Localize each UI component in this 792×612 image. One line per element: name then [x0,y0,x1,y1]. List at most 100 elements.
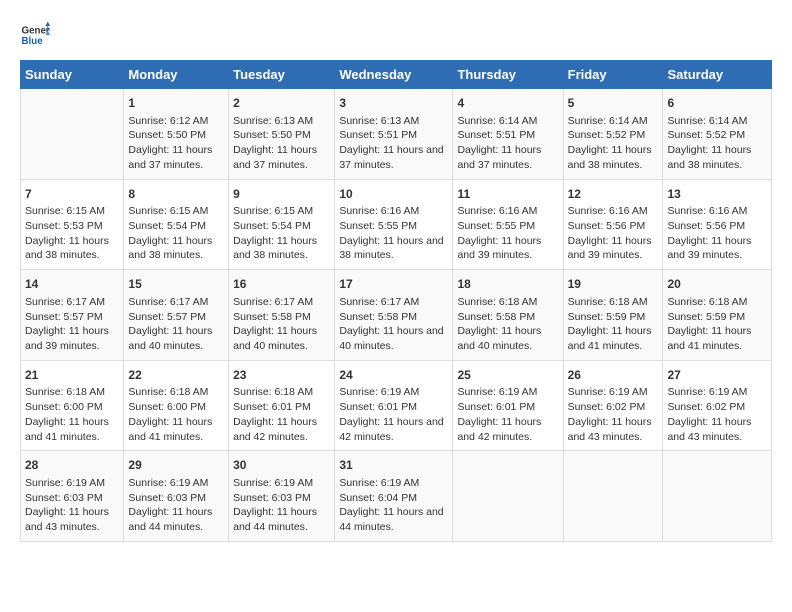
day-number: 30 [233,457,330,474]
cell-3-2: 15Sunrise: 6:17 AMSunset: 5:57 PMDayligh… [124,270,229,361]
day-number: 16 [233,276,330,293]
cell-4-5: 25Sunrise: 6:19 AMSunset: 6:01 PMDayligh… [453,360,563,451]
cell-1-5: 4 Sunrise: 6:14 AMSunset: 5:51 PMDaylight… [453,89,563,180]
day-number: 19 [568,276,659,293]
cell-4-4: 24Sunrise: 6:19 AMSunset: 6:01 PMDayligh… [335,360,453,451]
sunrise-text: Sunrise: 6:19 AMSunset: 6:04 PMDaylight:… [339,477,443,533]
cell-3-3: 16Sunrise: 6:17 AMSunset: 5:58 PMDayligh… [229,270,335,361]
sunrise-text: Sunrise: 6:15 AMSunset: 5:53 PMDaylight:… [25,205,109,261]
cell-5-1: 28Sunrise: 6:19 AMSunset: 6:03 PMDayligh… [21,451,124,542]
sunrise-text: Sunrise: 6:16 AMSunset: 5:56 PMDaylight:… [667,205,751,261]
day-number: 31 [339,457,448,474]
week-row-5: 28 Sunrise: 6:19 AMSunset: 6:03 PMDayligh… [21,451,772,542]
day-number: 10 [339,186,448,203]
cell-1-4: 3 Sunrise: 6:13 AMSunset: 5:51 PMDaylight… [335,89,453,180]
day-number: 8 [128,186,224,203]
day-number: 12 [568,186,659,203]
cell-5-6 [563,451,663,542]
cell-4-3: 23 Sunrise: 6:18 AMSunset: 6:01 PMDayligh… [229,360,335,451]
cell-5-3: 30 Sunrise: 6:19 AMSunset: 6:03 PMDayligh… [229,451,335,542]
col-header-friday: Friday [563,61,663,89]
sunrise-text: Sunrise: 6:16 AMSunset: 5:56 PMDaylight:… [568,205,652,261]
sunrise-text: Sunrise: 6:17 AMSunset: 5:57 PMDaylight:… [25,296,109,352]
logo-icon: General Blue [20,20,50,50]
cell-4-6: 26 Sunrise: 6:19 AMSunset: 6:02 PMDayligh… [563,360,663,451]
day-number: 20 [667,276,767,293]
day-number: 3 [339,95,448,112]
day-number: 27 [667,367,767,384]
cell-5-7 [663,451,772,542]
column-headers: SundayMondayTuesdayWednesdayThursdayFrid… [21,61,772,89]
cell-2-7: 13Sunrise: 6:16 AMSunset: 5:56 PMDayligh… [663,179,772,270]
calendar-table: SundayMondayTuesdayWednesdayThursdayFrid… [20,60,772,542]
cell-5-5 [453,451,563,542]
page-header: General Blue [20,20,772,50]
day-number: 26 [568,367,659,384]
cell-1-1 [21,89,124,180]
day-number: 14 [25,276,119,293]
cell-4-1: 21Sunrise: 6:18 AMSunset: 6:00 PMDayligh… [21,360,124,451]
day-number: 23 [233,367,330,384]
sunrise-text: Sunrise: 6:19 AMSunset: 6:02 PMDaylight:… [667,386,751,442]
sunrise-text: Sunrise: 6:12 AMSunset: 5:50 PMDaylight:… [128,115,212,171]
sunrise-text: Sunrise: 6:19 AMSunset: 6:03 PMDaylight:… [233,477,317,533]
cell-2-6: 12 Sunrise: 6:16 AMSunset: 5:56 PMDayligh… [563,179,663,270]
cell-3-6: 19 Sunrise: 6:18 AMSunset: 5:59 PMDayligh… [563,270,663,361]
day-number: 5 [568,95,659,112]
sunrise-text: Sunrise: 6:18 AMSunset: 6:00 PMDaylight:… [128,386,212,442]
logo: General Blue [20,20,50,50]
svg-text:Blue: Blue [22,36,44,47]
cell-2-3: 9Sunrise: 6:15 AMSunset: 5:54 PMDaylight… [229,179,335,270]
col-header-sunday: Sunday [21,61,124,89]
sunrise-text: Sunrise: 6:14 AMSunset: 5:51 PMDaylight:… [457,115,541,171]
sunrise-text: Sunrise: 6:19 AMSunset: 6:01 PMDaylight:… [457,386,541,442]
sunrise-text: Sunrise: 6:18 AMSunset: 6:01 PMDaylight:… [233,386,317,442]
cell-5-4: 31 Sunrise: 6:19 AMSunset: 6:04 PMDayligh… [335,451,453,542]
cell-4-2: 22 Sunrise: 6:18 AMSunset: 6:00 PMDayligh… [124,360,229,451]
day-number: 22 [128,367,224,384]
sunrise-text: Sunrise: 6:13 AMSunset: 5:50 PMDaylight:… [233,115,317,171]
sunrise-text: Sunrise: 6:19 AMSunset: 6:02 PMDaylight:… [568,386,652,442]
sunrise-text: Sunrise: 6:16 AMSunset: 5:55 PMDaylight:… [339,205,443,261]
cell-1-2: 1 Sunrise: 6:12 AMSunset: 5:50 PMDaylight… [124,89,229,180]
col-header-monday: Monday [124,61,229,89]
cell-1-6: 5 Sunrise: 6:14 AMSunset: 5:52 PMDaylight… [563,89,663,180]
day-number: 4 [457,95,558,112]
sunrise-text: Sunrise: 6:18 AMSunset: 5:58 PMDaylight:… [457,296,541,352]
day-number: 28 [25,457,119,474]
sunrise-text: Sunrise: 6:18 AMSunset: 5:59 PMDaylight:… [568,296,652,352]
sunrise-text: Sunrise: 6:19 AMSunset: 6:03 PMDaylight:… [128,477,212,533]
day-number: 2 [233,95,330,112]
sunrise-text: Sunrise: 6:15 AMSunset: 5:54 PMDaylight:… [128,205,212,261]
col-header-saturday: Saturday [663,61,772,89]
day-number: 18 [457,276,558,293]
cell-3-7: 20 Sunrise: 6:18 AMSunset: 5:59 PMDayligh… [663,270,772,361]
cell-1-7: 6 Sunrise: 6:14 AMSunset: 5:52 PMDaylight… [663,89,772,180]
cell-3-4: 17Sunrise: 6:17 AMSunset: 5:58 PMDayligh… [335,270,453,361]
day-number: 24 [339,367,448,384]
week-row-1: 1 Sunrise: 6:12 AMSunset: 5:50 PMDaylight… [21,89,772,180]
sunrise-text: Sunrise: 6:14 AMSunset: 5:52 PMDaylight:… [667,115,751,171]
col-header-tuesday: Tuesday [229,61,335,89]
cell-2-5: 11 Sunrise: 6:16 AMSunset: 5:55 PMDayligh… [453,179,563,270]
cell-3-5: 18 Sunrise: 6:18 AMSunset: 5:58 PMDayligh… [453,270,563,361]
cell-3-1: 14 Sunrise: 6:17 AMSunset: 5:57 PMDayligh… [21,270,124,361]
sunrise-text: Sunrise: 6:18 AMSunset: 5:59 PMDaylight:… [667,296,751,352]
day-number: 6 [667,95,767,112]
day-number: 15 [128,276,224,293]
cell-1-3: 2 Sunrise: 6:13 AMSunset: 5:50 PMDaylight… [229,89,335,180]
week-row-2: 7Sunrise: 6:15 AMSunset: 5:53 PMDaylight… [21,179,772,270]
cell-2-4: 10 Sunrise: 6:16 AMSunset: 5:55 PMDayligh… [335,179,453,270]
cell-5-2: 29Sunrise: 6:19 AMSunset: 6:03 PMDayligh… [124,451,229,542]
week-row-4: 21Sunrise: 6:18 AMSunset: 6:00 PMDayligh… [21,360,772,451]
col-header-thursday: Thursday [453,61,563,89]
day-number: 9 [233,186,330,203]
cell-4-7: 27 Sunrise: 6:19 AMSunset: 6:02 PMDayligh… [663,360,772,451]
sunrise-text: Sunrise: 6:13 AMSunset: 5:51 PMDaylight:… [339,115,443,171]
cell-2-1: 7Sunrise: 6:15 AMSunset: 5:53 PMDaylight… [21,179,124,270]
sunrise-text: Sunrise: 6:16 AMSunset: 5:55 PMDaylight:… [457,205,541,261]
sunrise-text: Sunrise: 6:14 AMSunset: 5:52 PMDaylight:… [568,115,652,171]
day-number: 11 [457,186,558,203]
sunrise-text: Sunrise: 6:17 AMSunset: 5:58 PMDaylight:… [339,296,443,352]
day-number: 1 [128,95,224,112]
